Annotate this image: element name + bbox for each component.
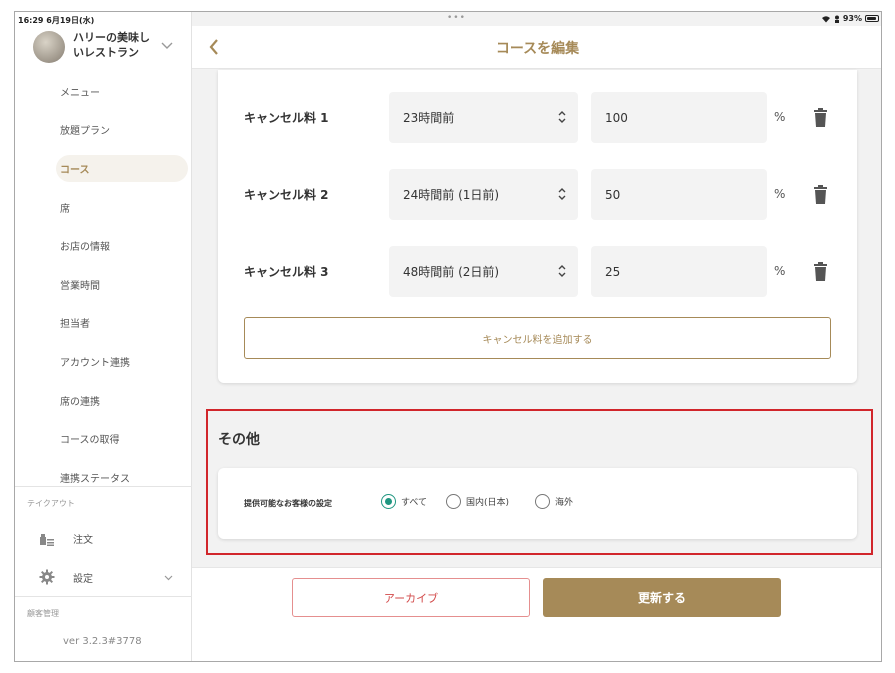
select-arrows-icon bbox=[558, 265, 566, 277]
sidebar: ハリーの美味しいレストラン メニュー 放題プラン コース 席 お店の情報 営業時… bbox=[15, 12, 192, 661]
location-icon bbox=[834, 15, 839, 23]
sidebar-item-account-link[interactable]: アカウント連携 bbox=[15, 342, 192, 381]
status-bar: 16:29 6月19日(水) ••• 93% bbox=[15, 12, 881, 26]
select-arrows-icon bbox=[558, 111, 566, 123]
multitask-dots[interactable]: ••• bbox=[447, 13, 466, 23]
sidebar-item-plans[interactable]: 放題プラン bbox=[15, 111, 192, 150]
sidebar-item-menu[interactable]: メニュー bbox=[15, 72, 192, 111]
page-header: コースを編集 bbox=[192, 26, 881, 69]
battery-percent: 93% bbox=[842, 14, 862, 23]
sidebar-nav: メニュー 放題プラン コース 席 お店の情報 営業時間 担当者 アカウント連携 … bbox=[15, 72, 192, 497]
cancel-timing-select[interactable]: 23時間前 bbox=[389, 92, 578, 143]
trash-icon[interactable] bbox=[813, 262, 828, 281]
divider bbox=[15, 596, 192, 597]
cancel-percent-input[interactable]: 100 bbox=[591, 92, 767, 143]
select-arrows-icon bbox=[558, 188, 566, 200]
cancel-fee-card: キャンセル料 1 23時間前 100 % キャンセル料 2 24時間前 (1日前… bbox=[218, 70, 857, 383]
battery-icon bbox=[865, 15, 879, 22]
cancel-timing-select[interactable]: 48時間前 (2日前) bbox=[389, 246, 578, 297]
status-time: 16:29 bbox=[18, 16, 44, 25]
status-date: 6月19日(水) bbox=[46, 16, 95, 25]
wifi-icon bbox=[821, 15, 830, 22]
sidebar-item-link-status[interactable]: 連携ステータス bbox=[15, 458, 192, 497]
sidebar-item-business-hours[interactable]: 営業時間 bbox=[15, 265, 192, 304]
divider bbox=[15, 486, 192, 487]
app-window: ハリーの美味しいレストラン メニュー 放題プラン コース 席 お店の情報 営業時… bbox=[14, 11, 882, 662]
cancel-fee-label: キャンセル料 1 bbox=[244, 111, 329, 125]
takeout-section-title: テイクアウト bbox=[27, 499, 75, 508]
update-button[interactable]: 更新する bbox=[543, 578, 781, 617]
version-label: ver 3.2.3#3778 bbox=[63, 636, 142, 647]
percent-unit: % bbox=[774, 264, 786, 278]
sidebar-item-orders[interactable]: 注文 bbox=[39, 531, 93, 546]
store-avatar bbox=[33, 31, 65, 63]
sidebar-item-seat-link[interactable]: 席の連携 bbox=[15, 381, 192, 420]
cancel-timing-select[interactable]: 24時間前 (1日前) bbox=[389, 169, 578, 220]
customer-section-title: 顧客管理 bbox=[27, 609, 59, 618]
sidebar-item-staff[interactable]: 担当者 bbox=[15, 304, 192, 343]
orders-icon bbox=[40, 533, 54, 546]
chevron-down-icon bbox=[164, 575, 173, 581]
archive-button[interactable]: アーカイブ bbox=[292, 578, 530, 617]
store-name: ハリーの美味しいレストラン bbox=[73, 31, 150, 59]
cancel-percent-input[interactable]: 25 bbox=[591, 246, 767, 297]
cancel-fee-label: キャンセル料 2 bbox=[244, 188, 329, 202]
add-cancel-fee-button[interactable]: キャンセル料を追加する bbox=[244, 317, 831, 359]
percent-unit: % bbox=[774, 110, 786, 124]
percent-unit: % bbox=[774, 187, 786, 201]
cancel-fee-label: キャンセル料 3 bbox=[244, 265, 329, 279]
action-footer: アーカイブ 更新する bbox=[192, 567, 881, 661]
cancel-percent-input[interactable]: 50 bbox=[591, 169, 767, 220]
store-switcher[interactable]: ハリーの美味しいレストラン bbox=[33, 29, 188, 69]
page-title: コースを編集 bbox=[495, 41, 580, 57]
sidebar-item-course[interactable]: コース bbox=[15, 149, 192, 188]
trash-icon[interactable] bbox=[813, 108, 828, 127]
sidebar-item-settings[interactable]: 設定 bbox=[39, 569, 93, 585]
chevron-down-icon bbox=[161, 42, 173, 49]
trash-icon[interactable] bbox=[813, 185, 828, 204]
sidebar-item-seats[interactable]: 席 bbox=[15, 188, 192, 227]
sidebar-item-store-info[interactable]: お店の情報 bbox=[15, 226, 192, 265]
gear-icon bbox=[39, 569, 55, 585]
highlight-box bbox=[206, 409, 873, 555]
sidebar-item-course-import[interactable]: コースの取得 bbox=[15, 419, 192, 458]
